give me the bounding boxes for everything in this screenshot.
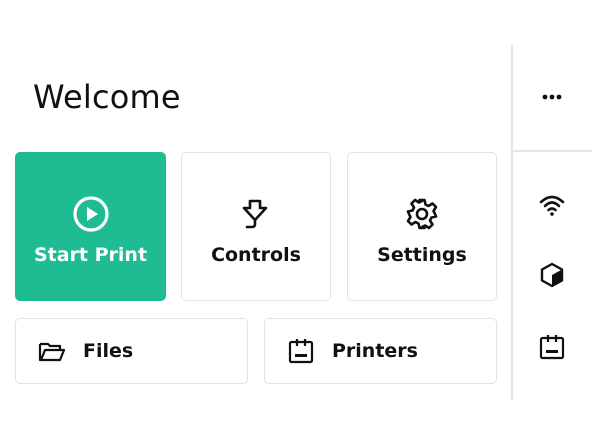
wifi-icon bbox=[539, 195, 565, 216]
printer-icon bbox=[539, 335, 565, 360]
start-print-button[interactable]: Start Print bbox=[15, 152, 166, 301]
settings-button[interactable]: Settings bbox=[347, 152, 497, 301]
settings-label: Settings bbox=[377, 243, 467, 266]
printers-button[interactable]: Printers bbox=[264, 318, 497, 384]
files-label: Files bbox=[83, 340, 134, 362]
page-title: Welcome bbox=[33, 78, 181, 116]
controls-label: Controls bbox=[211, 243, 301, 266]
start-print-label: Start Print bbox=[33, 243, 148, 266]
gear-icon bbox=[406, 198, 438, 229]
sidebar-header-divider bbox=[512, 150, 592, 152]
controls-icon bbox=[242, 199, 268, 228]
more-menu-button[interactable] bbox=[535, 80, 569, 114]
printer-status[interactable] bbox=[535, 330, 569, 364]
more-horizontal-icon bbox=[542, 94, 562, 100]
play-circle-icon bbox=[72, 195, 109, 232]
printer-model-status[interactable] bbox=[535, 258, 569, 292]
cube-icon bbox=[540, 262, 564, 288]
controls-button[interactable]: Controls bbox=[181, 152, 331, 301]
wifi-status[interactable] bbox=[535, 188, 569, 222]
sidebar-divider bbox=[511, 44, 513, 400]
printers-label: Printers bbox=[332, 340, 418, 362]
files-button[interactable]: Files bbox=[15, 318, 248, 384]
printer-icon bbox=[288, 339, 314, 364]
folder-icon bbox=[38, 342, 66, 362]
